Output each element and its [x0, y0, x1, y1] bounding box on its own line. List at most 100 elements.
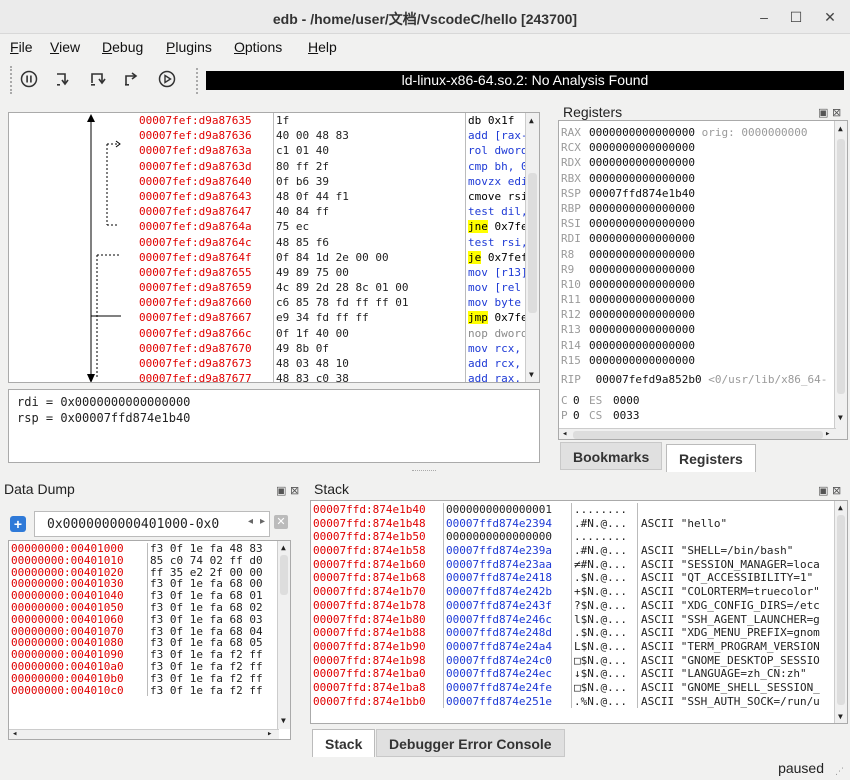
scroll-right-icon[interactable]: ▸ [825, 429, 830, 439]
cpu-disassembly-view[interactable]: 00007fef:d9a87635 00007fef:d9a87636 00007f… [8, 112, 540, 383]
stack-address[interactable]: 00007ffd:874e1b58 [313, 544, 441, 558]
register-value[interactable]: 0000000000000000 [589, 263, 695, 276]
register-value[interactable]: 0000000000000000 [589, 202, 695, 215]
stack-address[interactable]: 00007ffd:874e1b88 [313, 626, 441, 640]
stack-address[interactable]: 00007ffd:874e1bb0 [313, 695, 441, 709]
menu-plugins[interactable]: Plugins [166, 39, 212, 55]
dump-bytes[interactable]: f3 0f 1e fa f2 ff [150, 684, 277, 697]
stack-value[interactable]: 00007ffd874e24ec [446, 667, 571, 681]
stack-address[interactable]: 00007ffd:874e1b80 [313, 613, 441, 627]
dump-bytes[interactable]: f3 0f 1e fa 68 03 [150, 613, 277, 626]
tab-scroll-right-icon[interactable]: ▸ [260, 516, 265, 527]
dump-horizontal-scrollbar[interactable]: ◂ ▸ [9, 729, 279, 739]
stack-value[interactable]: 00007ffd874e2418 [446, 571, 571, 585]
register-row[interactable]: R15 0000000000000000 [559, 353, 835, 368]
step-out-icon[interactable] [120, 70, 142, 92]
dump-bytes[interactable]: f3 0f 1e fa f2 ff [150, 672, 277, 685]
register-row[interactable]: RBP 0000000000000000 [559, 201, 835, 216]
stack-vertical-scrollbar[interactable]: ▲ ▼ [834, 501, 847, 723]
stack-view[interactable]: 00007ffd:874e1b40 00007ffd:874e1b48 00007f… [310, 500, 848, 724]
register-row[interactable]: R11 0000000000000000 [559, 292, 835, 307]
stack-address[interactable]: 00007ffd:874e1b90 [313, 640, 441, 654]
stack-address[interactable]: 00007ffd:874e1b78 [313, 599, 441, 613]
stack-value[interactable]: 00007ffd874e242b [446, 585, 571, 599]
instruction-address[interactable]: 00007fef:d9a87636 [137, 128, 271, 143]
scroll-thumb[interactable] [528, 173, 537, 313]
instruction-address[interactable]: 00007fef:d9a87667 [137, 310, 271, 325]
stack-value[interactable]: 0000000000000001 [446, 503, 571, 517]
data-dump-view[interactable]: 00000000:00401000 00000000:00401010 000000… [8, 540, 291, 740]
instruction-address[interactable]: 00007fef:d9a87670 [137, 341, 271, 356]
scroll-down-icon[interactable]: ▼ [838, 712, 843, 721]
register-row[interactable]: RCX 0000000000000000 [559, 140, 835, 155]
flag-row[interactable]: P 0 CS 0033 [559, 408, 835, 423]
dock-float-icon[interactable]: ▣ [276, 484, 286, 497]
tab-debugger-error-console[interactable]: Debugger Error Console [376, 729, 565, 757]
stack-address[interactable]: 00007ffd:874e1b98 [313, 654, 441, 668]
register-value[interactable]: 0000000000000000 [589, 248, 695, 261]
instruction-address[interactable]: 00007fef:d9a87677 [137, 371, 271, 382]
stack-value[interactable]: 00007ffd874e251e [446, 695, 571, 709]
scroll-thumb[interactable] [573, 431, 823, 439]
stack-value[interactable]: 00007ffd874e243f [446, 599, 571, 613]
instruction-address[interactable]: 00007fef:d9a87635 [137, 113, 271, 128]
stack-address[interactable]: 00007ffd:874e1b60 [313, 558, 441, 572]
instruction-address[interactable]: 00007fef:d9a87660 [137, 295, 271, 310]
dump-bytes[interactable]: f3 0f 1e fa f2 ff [150, 661, 277, 673]
tab-bookmarks[interactable]: Bookmarks [560, 442, 663, 470]
close-button[interactable]: ✕ [818, 6, 842, 28]
dump-address[interactable]: 00000000:004010b0 [11, 672, 145, 685]
splitter-handle[interactable] [412, 470, 436, 472]
register-row[interactable]: R13 0000000000000000 [559, 322, 835, 337]
scroll-up-icon[interactable]: ▲ [281, 543, 286, 552]
register-row[interactable]: RDI 0000000000000000 [559, 231, 835, 246]
tab-stack[interactable]: Stack [312, 729, 376, 757]
stack-address[interactable]: 00007ffd:874e1b50 [313, 530, 441, 544]
register-value[interactable]: 0000000000000000 [589, 323, 695, 336]
scroll-thumb[interactable] [837, 515, 845, 705]
scroll-up-icon[interactable]: ▲ [838, 124, 843, 133]
register-row[interactable]: RSP 00007ffd874e1b40 [559, 186, 835, 201]
menu-debug[interactable]: Debug [102, 39, 143, 55]
register-value[interactable]: 0000000000000000 [589, 141, 695, 154]
dump-bytes[interactable]: 85 c0 74 02 ff d0 [150, 554, 277, 567]
pause-icon[interactable] [18, 70, 40, 92]
dock-close-icon[interactable]: ⊠ [832, 106, 841, 119]
dock-close-icon[interactable]: ⊠ [290, 484, 299, 497]
scroll-down-icon[interactable]: ▼ [529, 370, 534, 379]
register-row[interactable]: R12 0000000000000000 [559, 307, 835, 322]
registers-horizontal-scrollbar[interactable]: ◂ ▸ [559, 428, 836, 439]
stack-value[interactable]: 0000000000000000 [446, 530, 571, 544]
register-row[interactable]: R10 0000000000000000 [559, 277, 835, 292]
stack-address[interactable]: 00007ffd:874e1b68 [313, 571, 441, 585]
dump-bytes[interactable]: f3 0f 1e fa 68 02 [150, 602, 277, 614]
instruction-address[interactable]: 00007fef:d9a8763a [137, 143, 271, 158]
stack-value[interactable]: 00007ffd874e246c [446, 613, 571, 627]
register-row[interactable]: RBX 0000000000000000 [559, 171, 835, 186]
stack-value[interactable]: 00007ffd874e24fe [446, 681, 571, 695]
register-row[interactable]: R14 0000000000000000 [559, 338, 835, 353]
instruction-address[interactable]: 00007fef:d9a8764c [137, 235, 271, 250]
register-value[interactable]: 0000000000000000 [589, 339, 695, 352]
register-value[interactable]: 0000000000000000 [589, 156, 695, 169]
stack-value[interactable]: 00007ffd874e24a4 [446, 640, 571, 654]
instruction-address[interactable]: 00007fef:d9a87659 [137, 280, 271, 295]
menu-help[interactable]: Help [308, 39, 337, 55]
scroll-down-icon[interactable]: ▼ [838, 413, 843, 422]
tab-scroll-left-icon[interactable]: ◂ [248, 516, 253, 527]
tab-registers[interactable]: Registers [666, 444, 756, 472]
dump-address[interactable]: 00000000:004010c0 [11, 684, 145, 697]
scroll-up-icon[interactable]: ▲ [529, 116, 534, 125]
register-value[interactable]: 0000000000000000 [589, 293, 695, 306]
run-icon[interactable] [156, 70, 178, 92]
dump-vertical-scrollbar[interactable]: ▲ ▼ [277, 541, 290, 729]
close-tab-icon[interactable]: ✕ [274, 515, 288, 529]
scroll-left-icon[interactable]: ◂ [562, 429, 567, 439]
instruction-address[interactable]: 00007fef:d9a8766c [137, 326, 271, 341]
menu-file[interactable]: File [10, 39, 33, 55]
stack-value[interactable]: 00007ffd874e24c0 [446, 654, 571, 668]
dock-close-icon[interactable]: ⊠ [832, 484, 841, 497]
instruction-address[interactable]: 00007fef:d9a87647 [137, 204, 271, 219]
instruction-address[interactable]: 00007fef:d9a8764f [137, 250, 271, 265]
stack-value[interactable]: 00007ffd874e248d [446, 626, 571, 640]
